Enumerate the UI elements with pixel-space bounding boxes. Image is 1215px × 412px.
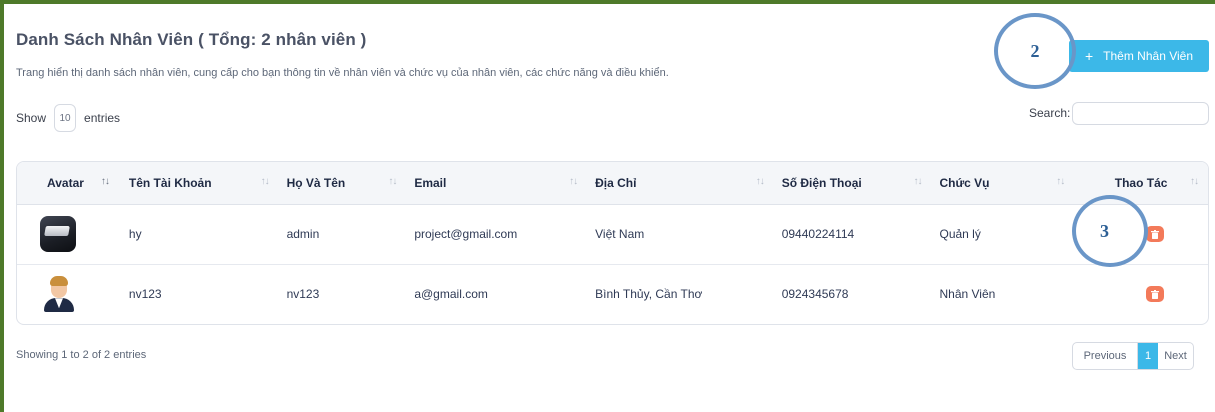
page-title: Danh Sách Nhân Viên ( Tổng: 2 nhân viên … <box>16 30 367 49</box>
header-username[interactable]: Tên Tài Khoản ↑↓ <box>120 162 279 205</box>
cell-phone: 0924345678 <box>781 287 849 302</box>
header-phone[interactable]: Số Điện Thoại ↑↓ <box>773 162 932 205</box>
avatar <box>40 276 76 313</box>
cell-phone: 09440224114 <box>781 227 855 241</box>
search-label: Search: <box>1029 106 1071 120</box>
add-employee-button[interactable]: + Thêm Nhân Viên <box>1069 40 1209 72</box>
sort-icon: ↑↓ <box>100 176 110 187</box>
cell-email: project@gmail.com <box>414 227 518 241</box>
pagination: Previous 1 Next <box>1072 342 1194 370</box>
sort-icon: ↑↓ <box>1190 176 1199 187</box>
table-row: nv123 nv123 a@gmail.com Bình Thủy, Cần T… <box>17 264 1208 324</box>
previous-button[interactable]: Previous <box>1073 343 1138 369</box>
trash-icon <box>1151 229 1160 239</box>
table-info: Showing 1 to 2 of 2 entries <box>16 349 147 361</box>
cell-address: Bình Thủy, Cần Thơ <box>595 287 703 302</box>
header-fullname[interactable]: Họ Và Tên ↑↓ <box>278 162 407 205</box>
header-email[interactable]: Email ↑↓ <box>406 162 588 205</box>
header-address[interactable]: Địa Chỉ ↑↓ <box>587 162 774 205</box>
sort-icon: ↑↓ <box>1056 176 1065 187</box>
trash-icon <box>1151 289 1160 299</box>
sort-icon: ↑↓ <box>260 176 270 187</box>
delete-button[interactable] <box>1146 226 1165 242</box>
plus-icon: + <box>1084 48 1094 64</box>
add-employee-label: Thêm Nhân Viên <box>1103 49 1194 63</box>
sort-icon: ↑↓ <box>913 176 922 187</box>
cell-role: Nhân Viên <box>939 287 996 302</box>
delete-button[interactable] <box>1146 286 1165 303</box>
cell-fullname: nv123 <box>286 287 320 302</box>
cell-address: Việt Nam <box>595 227 645 241</box>
sort-icon: ↑↓ <box>569 176 578 187</box>
entries-select[interactable]: 10 <box>54 104 77 132</box>
show-label: Show <box>16 111 47 125</box>
header-role[interactable]: Chức Vụ ↑↓ <box>931 162 1075 205</box>
search-input[interactable] <box>1072 102 1209 125</box>
header-avatar[interactable]: Avatar ↑↓ <box>17 162 121 205</box>
cell-role: Quản lý <box>939 227 981 241</box>
table-header-row: Avatar ↑↓ Tên Tài Khoản ↑↓ Họ Và Tên ↑↓ Ema… <box>17 162 1208 205</box>
page-1-button[interactable]: 1 <box>1138 343 1158 369</box>
employee-table: Avatar ↑↓ Tên Tài Khoản ↑↓ Họ Và Tên ↑↓ Ema… <box>16 161 1209 325</box>
table-row: hy admin project@gmail.com Việt Nam 0944… <box>17 204 1208 264</box>
avatar <box>40 216 76 252</box>
next-button[interactable]: Next <box>1158 343 1193 369</box>
sort-icon: ↑↓ <box>755 176 765 187</box>
cell-username: hy <box>128 227 142 241</box>
cell-email: a@gmail.com <box>414 287 488 302</box>
entries-control: Show 10 entries <box>16 104 120 132</box>
entries-label: entries <box>84 111 121 125</box>
cell-fullname: admin <box>286 227 320 241</box>
page-description: Trang hiển thị danh sách nhân viên, cung… <box>16 67 669 79</box>
annotation-callout-3: 3 <box>1072 195 1148 267</box>
cell-username: nv123 <box>128 287 162 302</box>
annotation-callout-2: 2 <box>994 13 1076 89</box>
sort-icon: ↑↓ <box>388 176 397 187</box>
